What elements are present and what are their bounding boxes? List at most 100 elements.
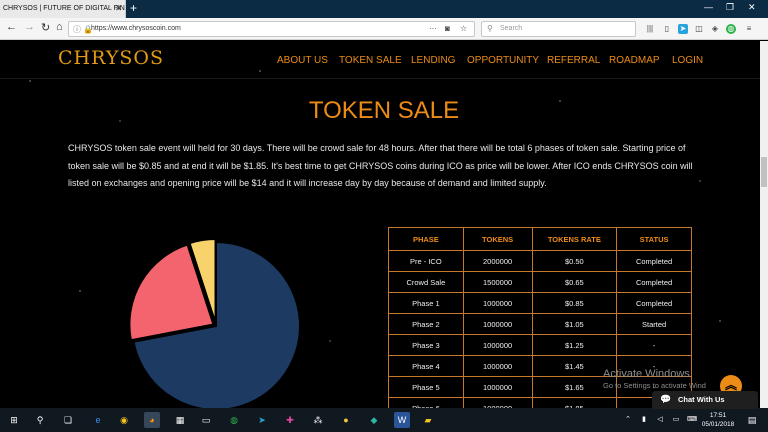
url-text: https://www.chrysoscoin.com <box>91 25 181 32</box>
table-row: Phase 2 1000000 $1.05 Started <box>388 313 692 335</box>
clock-time: 17:51 <box>709 412 727 419</box>
activate-windows-title: Activate Windows <box>603 368 690 380</box>
network-app-icon[interactable]: ⁂ <box>310 412 326 428</box>
cell-phase: Phase 1 <box>388 292 464 314</box>
calculator-icon[interactable]: ▦ <box>172 412 188 428</box>
header-tokens: TOKENS <box>462 227 533 251</box>
page-scrollbar[interactable] <box>760 41 768 408</box>
chat-label: Chat With Us <box>678 395 725 404</box>
search-icon: ⚲ <box>487 24 493 33</box>
tray-language-icon[interactable]: ⌨ <box>684 412 700 428</box>
minimize-icon[interactable]: — <box>704 2 713 12</box>
page-content: CHRYSOS ABOUT US TOKEN SALE LENDING OPPO… <box>0 41 768 408</box>
cell-tokens-rate: $0.85 <box>531 292 618 314</box>
browser-tab[interactable]: CHRYSOS | FUTURE OF DIGITAL FIN ✕ <box>0 0 126 18</box>
telegram-icon[interactable]: ➤ <box>254 412 270 428</box>
telegram-extension-icon[interactable]: ➤ <box>678 24 688 34</box>
menu-login[interactable]: LOGIN <box>672 55 703 66</box>
tray-chevron-icon[interactable]: ⌃ <box>620 412 636 428</box>
wallet-app-icon[interactable]: ◆ <box>366 412 382 428</box>
extension-icon[interactable]: ◈ <box>710 24 720 34</box>
menu-roadmap[interactable]: ROADMAP <box>609 55 660 66</box>
whatsapp-extension-icon[interactable]: ◍ <box>726 24 736 34</box>
edge-icon[interactable]: e <box>90 412 106 428</box>
activate-windows-subtitle: Go to Settings to activate Wind <box>603 381 706 390</box>
window-close-icon[interactable]: ✕ <box>748 2 756 13</box>
url-bar[interactable]: ⓘ 🔒 https://www.chrysoscoin.com ··· ◙ ☆ <box>68 21 475 37</box>
section-title: TOKEN SALE <box>308 97 460 124</box>
cell-phase: Phase 2 <box>388 313 464 335</box>
cell-phase: Phase 4 <box>388 355 464 377</box>
cell-tokens-rate: $0.65 <box>531 271 618 293</box>
table-header-row: PHASE TOKENS TOKENS RATE STATUS <box>388 227 692 251</box>
firefox-icon[interactable]: ◕ <box>144 412 160 428</box>
cell-tokens-rate: $0.50 <box>531 250 618 272</box>
restore-icon[interactable]: ❐ <box>726 2 734 13</box>
tray-volume-icon[interactable]: ◁ <box>652 412 668 428</box>
windows-taskbar: ⊞ ⚲ ❏ e ◉ ◕ ▦ ▭ ◍ ➤ ✚ ⁂ ● ◆ W ▰ ⌃ ▮ ◁ ▭ … <box>0 408 768 432</box>
browser-tab-bar: CHRYSOS | FUTURE OF DIGITAL FIN ✕ + — ❐ … <box>0 0 768 18</box>
forward-icon[interactable]: → <box>24 21 35 33</box>
file-explorer-icon[interactable]: ▭ <box>198 412 214 428</box>
cell-tokens-rate: $1.85 <box>531 397 618 408</box>
task-view-icon[interactable]: ❏ <box>60 412 76 428</box>
cell-tokens-rate: $1.05 <box>531 313 618 335</box>
site-logo[interactable]: CHRYSOS <box>58 47 164 69</box>
header-status: STATUS <box>616 227 692 251</box>
chrome-icon[interactable]: ◉ <box>116 412 132 428</box>
cell-phase: Phase 3 <box>388 334 464 356</box>
cell-status: Started <box>616 313 692 335</box>
pie-chart-svg <box>128 238 301 408</box>
taskbar-clock[interactable]: 17:51 05/01/2018 <box>700 411 736 429</box>
folder-icon[interactable]: ▰ <box>420 412 436 428</box>
library-icon[interactable]: ||| <box>645 24 655 34</box>
notifications-icon[interactable]: ▤ <box>744 412 760 428</box>
screenshot-icon[interactable]: ◫ <box>694 24 704 34</box>
whatsapp-icon[interactable]: ◍ <box>226 412 242 428</box>
table-row: Phase 1 1000000 $0.85 Completed <box>388 292 692 314</box>
chat-bubble-icon: 💬 <box>660 394 672 404</box>
cell-phase: Crowd Sale <box>388 271 464 293</box>
menu-about-us[interactable]: ABOUT US <box>277 55 328 66</box>
table-row: Crowd Sale 1500000 $0.65 Completed <box>388 271 692 293</box>
cell-status: Completed <box>616 292 692 314</box>
cell-tokens: 1000000 <box>462 376 533 398</box>
search-taskbar-icon[interactable]: ⚲ <box>32 412 48 428</box>
cell-tokens-rate: $1.25 <box>531 334 618 356</box>
search-bar[interactable]: ⚲ Search <box>481 21 636 37</box>
sidebar-icon[interactable]: ▯ <box>662 24 672 34</box>
gift-app-icon[interactable]: ✚ <box>282 412 298 428</box>
menu-referral[interactable]: REFERRAL <box>547 55 600 66</box>
new-tab-icon[interactable]: + <box>130 1 137 15</box>
token-sale-intro: CHRYSOS token sale event will held for 3… <box>68 143 693 188</box>
back-icon[interactable]: ← <box>6 21 17 33</box>
menu-lending[interactable]: LENDING <box>411 55 455 66</box>
cell-tokens: 1000000 <box>462 334 533 356</box>
header-divider <box>0 78 768 79</box>
menu-opportunity[interactable]: OPPORTUNITY <box>467 55 539 66</box>
cell-tokens: 1000000 <box>462 292 533 314</box>
tray-battery-icon[interactable]: ▭ <box>668 412 684 428</box>
header-tokens-rate: TOKENS RATE <box>531 227 618 251</box>
header-phase: PHASE <box>388 227 464 251</box>
table-row: Pre - ICO 2000000 $0.50 Completed <box>388 250 692 272</box>
cell-phase: Phase 6 <box>388 397 464 408</box>
pocket-icon[interactable]: ◙ <box>445 24 450 33</box>
menu-icon[interactable]: ≡ <box>744 24 754 34</box>
bookmark-star-icon[interactable]: ☆ <box>460 24 467 33</box>
cell-tokens: 1000000 <box>462 355 533 377</box>
reload-icon[interactable]: ↻ <box>41 21 50 34</box>
close-tab-icon[interactable]: ✕ <box>115 3 123 14</box>
windows-start-icon[interactable]: ⊞ <box>6 412 22 428</box>
chat-widget-button[interactable]: 💬 Chat With Us <box>652 391 758 409</box>
page-actions-icon[interactable]: ··· <box>429 24 437 33</box>
menu-token-sale[interactable]: TOKEN SALE <box>339 55 402 66</box>
site-info-icon[interactable]: ⓘ 🔒 <box>73 24 93 35</box>
scrollbar-thumb[interactable] <box>761 157 767 187</box>
cell-status: Completed <box>616 271 692 293</box>
home-icon[interactable]: ⌂ <box>56 21 63 33</box>
coin-app-icon[interactable]: ● <box>338 412 354 428</box>
word-icon[interactable]: W <box>394 412 410 428</box>
token-distribution-pie-chart <box>128 224 304 408</box>
tray-network-icon[interactable]: ▮ <box>636 412 652 428</box>
